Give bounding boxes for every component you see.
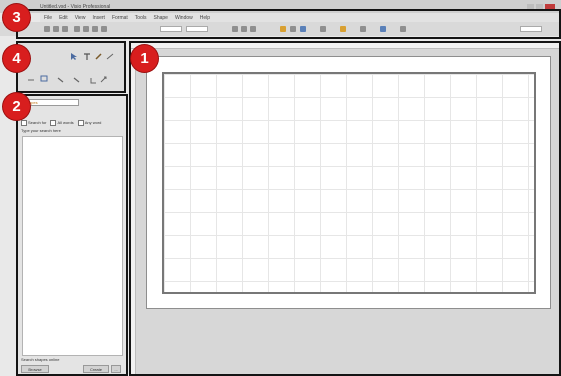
all-words-option[interactable]: All words <box>50 120 74 126</box>
badge-1: 1 <box>131 45 158 72</box>
all-words-checkbox[interactable] <box>50 120 57 126</box>
shapes-list[interactable] <box>22 136 123 356</box>
crop-tool-icon[interactable] <box>100 76 108 83</box>
badge-3: 3 <box>3 4 30 31</box>
badge-2: 2 <box>3 93 30 120</box>
any-word-option[interactable]: Any word <box>77 120 102 126</box>
search-options: Search for All words Any word <box>21 119 123 127</box>
search-checkbox[interactable] <box>21 120 27 126</box>
text-tool-icon[interactable] <box>83 53 91 60</box>
pointer-tool-icon[interactable] <box>70 53 78 60</box>
drawing-grid[interactable] <box>162 72 536 294</box>
toolbar-callout-frame <box>16 9 561 39</box>
ellipse-tool-icon[interactable] <box>89 77 97 84</box>
panel-footer-text: Search shapes online <box>21 357 60 362</box>
line-tool-icon[interactable] <box>27 76 35 83</box>
vertical-ruler <box>131 49 136 374</box>
more-button[interactable]: ... <box>111 365 121 373</box>
rectangle-tool-icon[interactable] <box>40 75 48 82</box>
freeform-tool-icon[interactable] <box>57 76 65 83</box>
arc-tool-icon[interactable] <box>73 76 81 83</box>
search-caption: Type your search here <box>21 128 61 133</box>
badge-4: 4 <box>3 45 30 72</box>
all-words-text: All words <box>57 120 74 126</box>
pencil-tool-icon[interactable] <box>95 53 103 60</box>
any-word-checkbox[interactable] <box>77 120 84 126</box>
search-option-text: Search for <box>28 120 47 126</box>
drawing-tools-palette <box>16 41 126 93</box>
create-button[interactable]: Create <box>83 365 109 373</box>
browse-button[interactable]: Browse <box>21 365 49 373</box>
any-word-text: Any word <box>84 120 102 126</box>
search-option-label: Search for <box>21 120 46 126</box>
horizontal-ruler <box>131 43 559 49</box>
connector-tool-icon[interactable] <box>106 53 114 60</box>
